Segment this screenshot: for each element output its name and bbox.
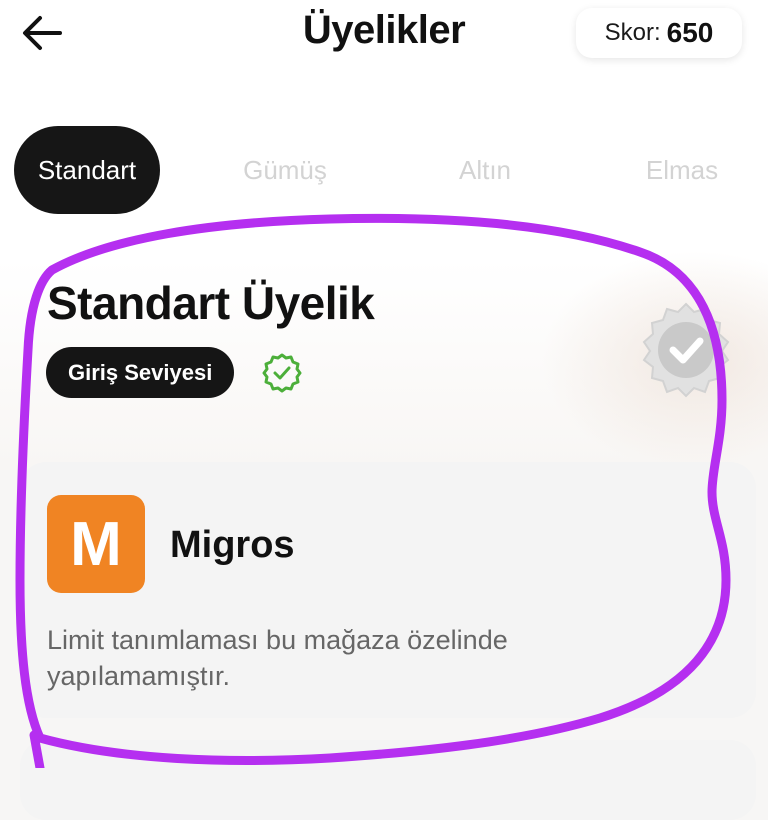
tab-gumus[interactable]: Gümüş <box>222 126 348 214</box>
level-badge-label: Giriş Seviyesi <box>68 359 213 385</box>
store-logo: M <box>47 495 145 593</box>
badge-seal-icon <box>642 302 730 398</box>
level-badge: Giriş Seviyesi <box>46 347 235 398</box>
membership-title: Standart Üyelik <box>47 277 375 329</box>
tab-altin[interactable]: Altın <box>430 126 540 214</box>
tab-label: Standart <box>37 155 137 185</box>
store-card-next[interactable] <box>20 740 756 820</box>
tab-elmas[interactable]: Elmas <box>626 126 738 214</box>
store-description: Limit tanımlaması bu mağaza özelinde yap… <box>47 625 508 691</box>
tab-label: Altın <box>458 154 512 185</box>
score-badge: Skor: 650 <box>576 8 742 58</box>
membership-tabs: Standart Gümüş Altın Elmas <box>0 126 768 214</box>
store-card[interactable]: M Migros Limit tanımlaması bu mağaza öze… <box>20 462 756 718</box>
score-value: 650 <box>666 17 714 48</box>
tab-standart[interactable]: Standart <box>14 126 160 214</box>
score-label: Skor: <box>604 19 661 46</box>
store-name: Migros <box>170 524 295 566</box>
store-logo-letter: M <box>70 509 122 579</box>
check-circle-icon <box>262 353 302 393</box>
tab-label: Elmas <box>645 154 719 185</box>
tab-label: Gümüş <box>243 154 327 185</box>
